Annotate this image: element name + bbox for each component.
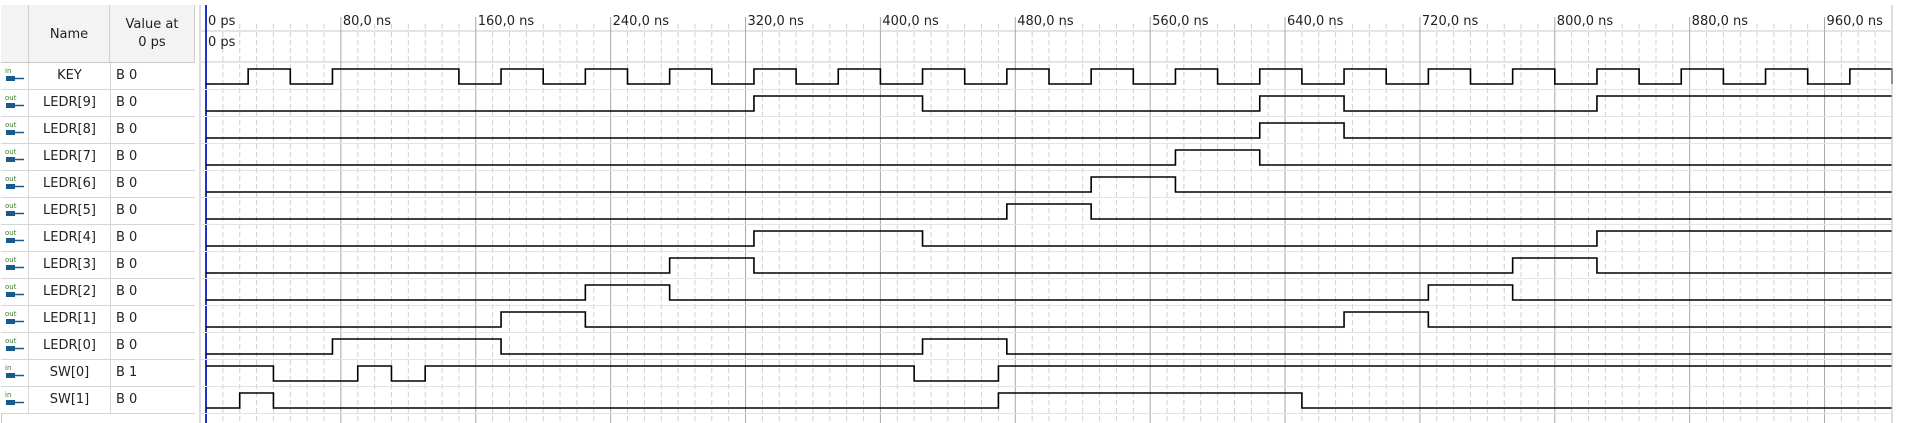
time-tick-label: 320,0 ns [748, 14, 805, 29]
time-tick-label: 960,0 ns [1827, 14, 1884, 29]
time-tick-label: 640,0 ns [1287, 14, 1344, 29]
time-tick-label: 720,0 ns [1422, 14, 1479, 29]
time-tick-label: 160,0 ns [478, 14, 535, 29]
waveform-editor: Name Value at 0 ps in KEY B 0 out LEDR[9] B 0… [0, 0, 1916, 423]
waveform-panel[interactable]: 0 ps 80,0 ns 160,0 ns 240,0 ns 320,0 ns 400,0… [0, 0, 1916, 423]
time-tick-label: 880,0 ns [1692, 14, 1749, 29]
time-tick-label: 800,0 ns [1557, 14, 1614, 29]
time-tick-label: 560,0 ns [1152, 14, 1209, 29]
cursor-time-label: 0 ps [208, 35, 236, 50]
time-tick-label: 400,0 ns [882, 14, 939, 29]
time-tick-label: 80,0 ns [343, 14, 391, 29]
time-tick-label: 480,0 ns [1017, 14, 1074, 29]
time-tick-label: 0 ps [208, 14, 236, 29]
time-tick-label: 240,0 ns [613, 14, 670, 29]
waveform-key[interactable] [206, 68, 1893, 85]
